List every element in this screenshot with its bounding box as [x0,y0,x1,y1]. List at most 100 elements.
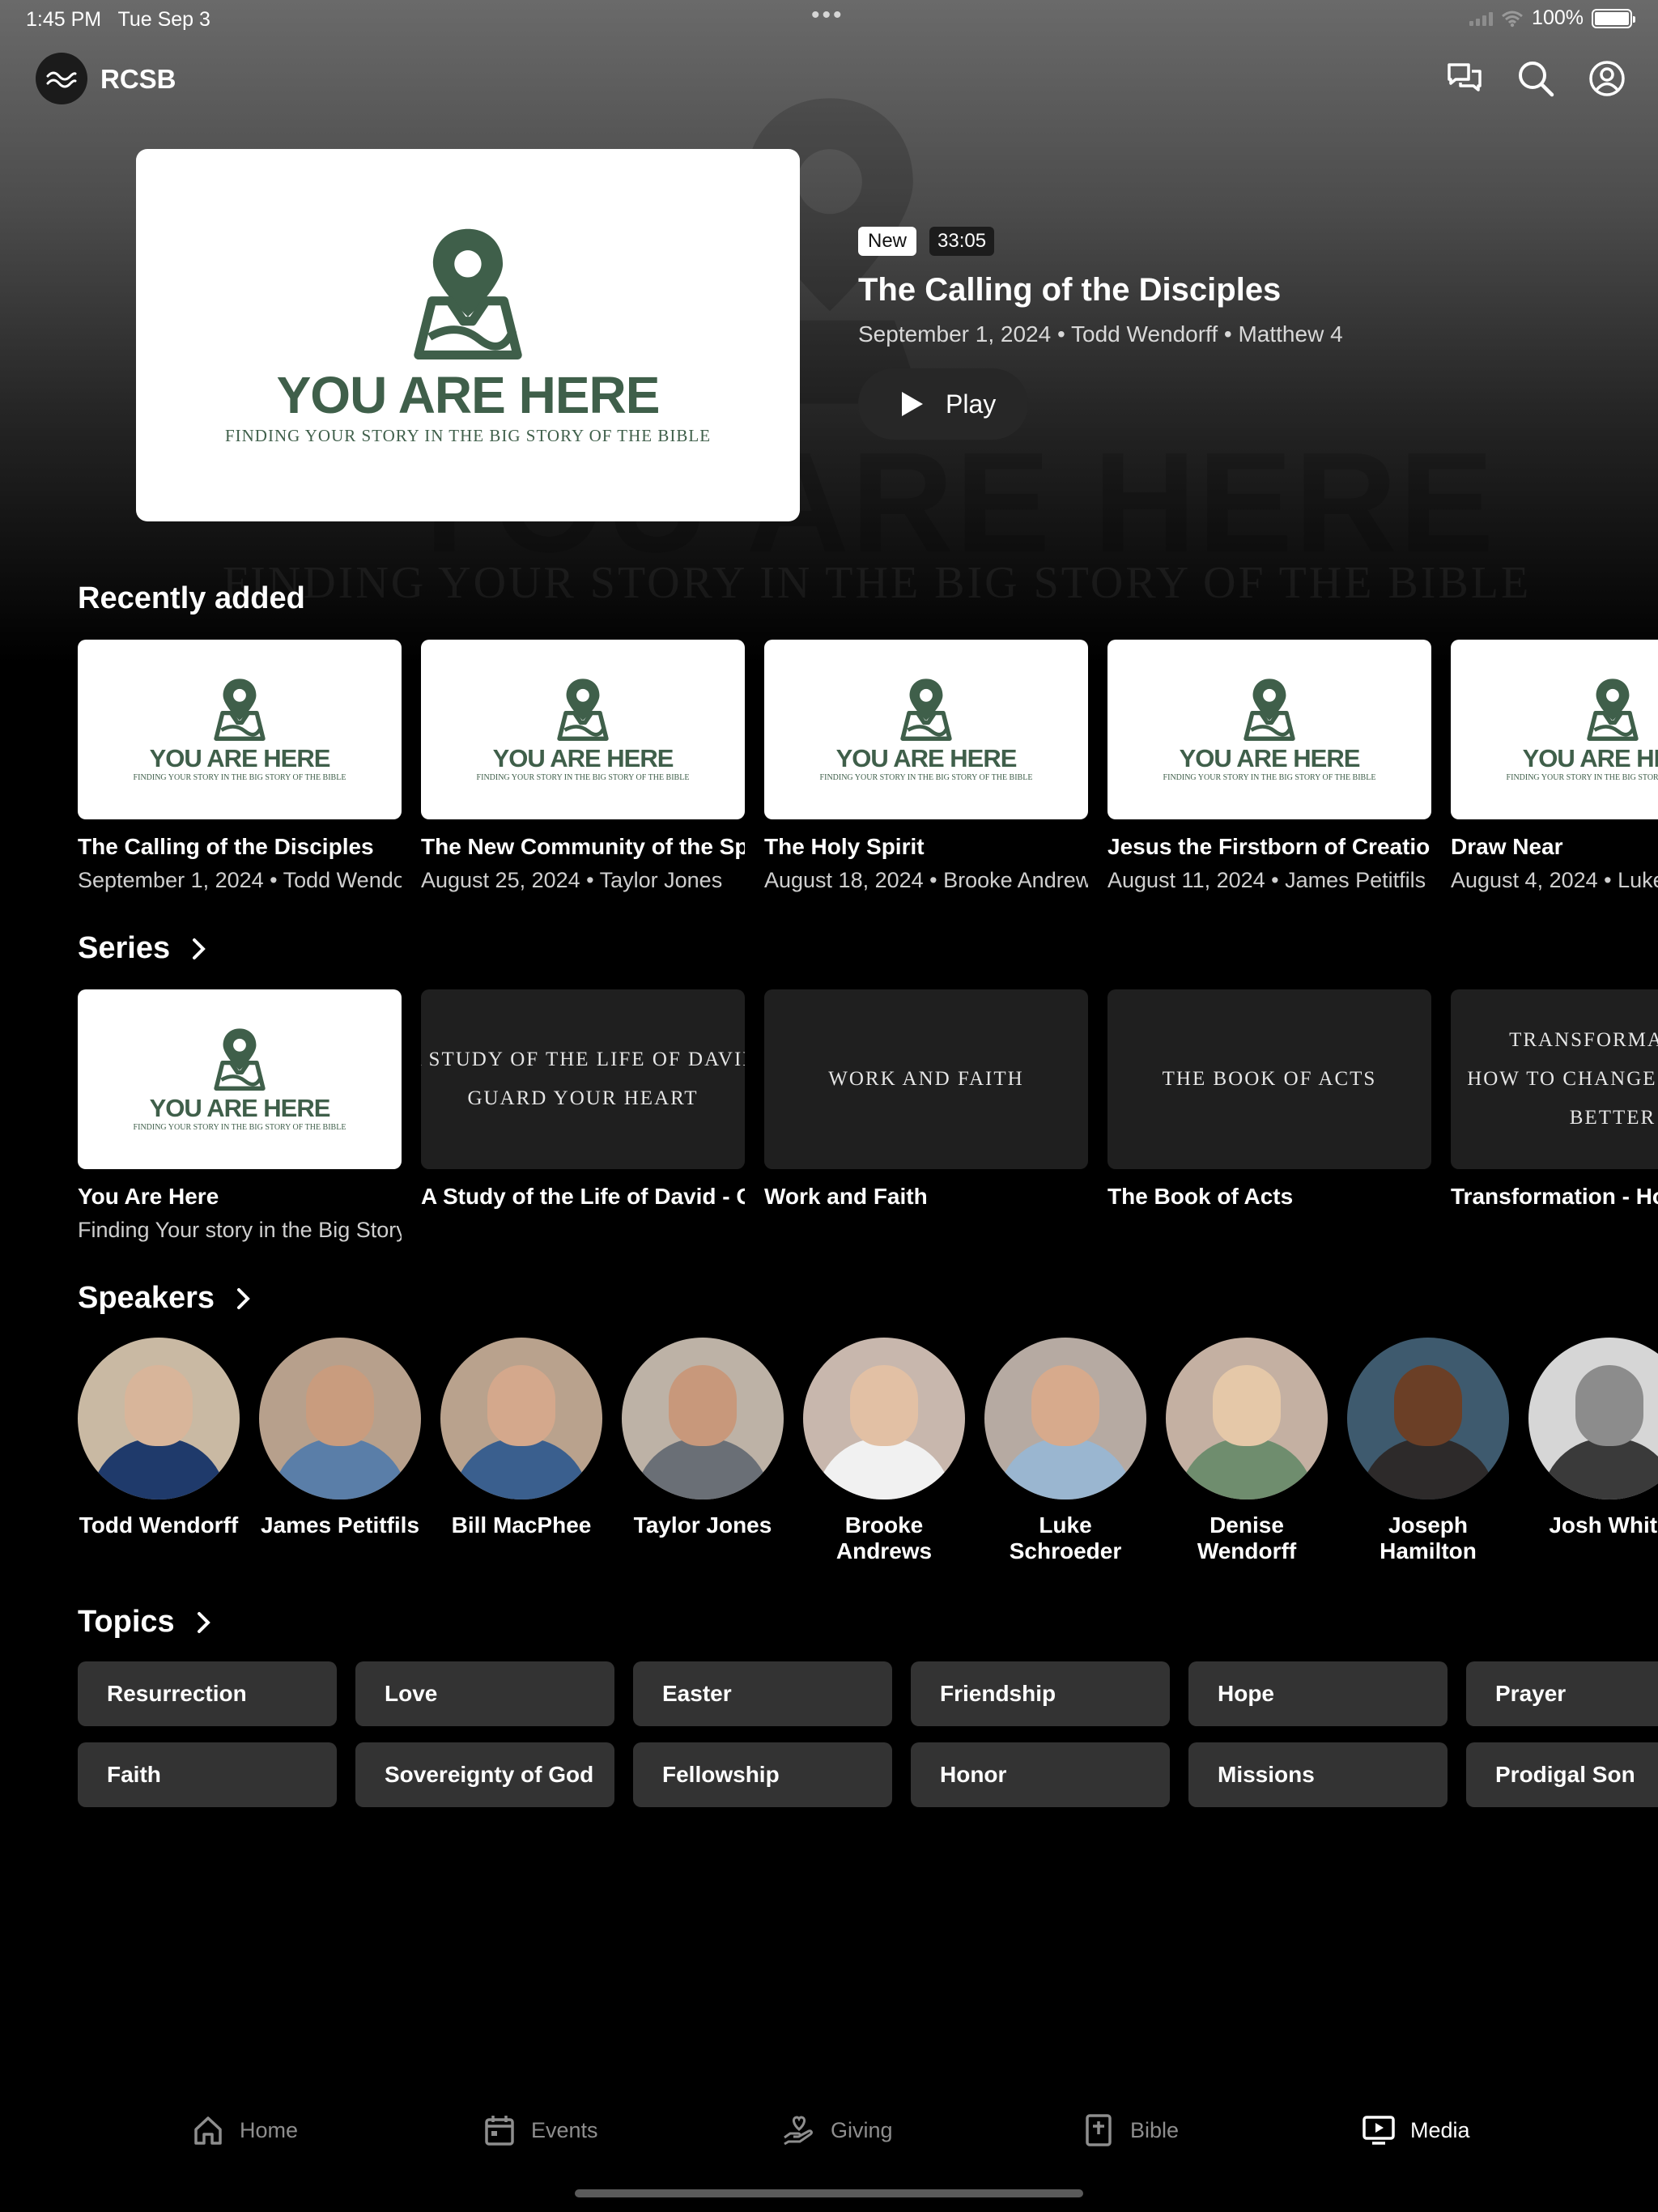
topic-chip[interactable]: Faith [78,1742,337,1807]
duration-badge: 33:05 [929,227,995,256]
map-pin-icon [1587,678,1639,741]
speakers-heading[interactable]: Speakers [78,1281,252,1316]
battery-icon [1592,8,1635,28]
series-subtitle: Finding Your story in the Big Story of t… [78,1218,402,1242]
speaker-name: Denise Wendorff [1197,1512,1297,1563]
media-card[interactable]: YOU ARE HEREFINDING YOUR STORY IN THE BI… [1451,640,1658,893]
topic-chip[interactable]: Prayer [1466,1661,1658,1726]
featured-title: The Calling of the Disciples [858,272,1282,308]
series-card[interactable]: The Book of Acts The Book of Acts [1107,989,1431,1210]
series-title: A Study of the Life of David - Guard You… [421,1184,745,1209]
series-thumbnail[interactable]: A Study of the Life of David Guard Your H… [421,989,745,1169]
speaker-item[interactable]: Joseph Hamilton [1347,1338,1509,1564]
series-row[interactable]: YOU ARE HERE FINDING YOUR STORY IN THE BI… [78,989,1658,1257]
speaker-item[interactable]: James Petitfils [259,1338,421,1538]
media-thumbnail[interactable]: YOU ARE HEREFINDING YOUR STORY IN THE BI… [421,640,745,819]
topic-chip[interactable]: Missions [1188,1742,1448,1807]
speaker-name: Taylor Jones [633,1512,772,1538]
speaker-item[interactable]: Taylor Jones [622,1338,784,1538]
series-thumbnail[interactable]: TransformationHow to Change for theBette… [1451,989,1658,1169]
tab-media[interactable]: Media [1362,2113,1470,2147]
series-card[interactable]: Work and Faith Work and Faith [764,989,1088,1210]
topics-heading[interactable]: Topics [78,1605,212,1640]
tab-events[interactable]: Events [483,2113,598,2147]
giving-icon [784,2116,813,2146]
topic-chip[interactable]: Prodigal Son [1466,1742,1658,1807]
wifi-icon [1502,11,1524,27]
topic-chip[interactable]: Fellowship [633,1742,892,1807]
tab-giving[interactable]: Giving [782,2113,893,2147]
recently-added-heading: Recently added [78,581,305,616]
speaker-avatar[interactable] [78,1338,240,1499]
multitasking-dots-icon[interactable]: ••• [811,2,844,29]
speaker-item[interactable]: Denise Wendorff [1166,1338,1328,1564]
artwork-title: YOU ARE HERE [149,743,331,772]
tab-label: Home [240,2117,299,2142]
topic-chip[interactable]: Honor [911,1742,1170,1807]
topic-chip[interactable]: Friendship [911,1661,1170,1726]
media-card[interactable]: YOU ARE HEREFINDING YOUR STORY IN THE BI… [1107,640,1431,893]
speaker-avatar[interactable] [1347,1338,1509,1499]
chevron-right-icon [193,938,206,959]
artwork-title: YOU ARE HERE [492,743,674,772]
media-card[interactable]: YOU ARE HEREFINDING YOUR STORY IN THE BI… [78,640,402,893]
series-card[interactable]: YOU ARE HERE FINDING YOUR STORY IN THE BI… [78,989,402,1243]
featured-thumbnail[interactable]: YOU ARE HERE FINDING YOUR STORY IN THE B… [136,149,800,521]
battery-percent: 100% [1532,6,1584,29]
search-icon[interactable] [1516,58,1556,99]
series-thumbnail[interactable]: Work and Faith [764,989,1088,1169]
media-title: Jesus the Firstborn of Creation [1107,834,1431,859]
media-thumbnail[interactable]: YOU ARE HEREFINDING YOUR STORY IN THE BI… [1107,640,1431,819]
speaker-avatar[interactable] [803,1338,965,1499]
speaker-item[interactable]: Brooke Andrews [803,1338,965,1564]
speaker-avatar[interactable] [1166,1338,1328,1499]
header-actions [1444,58,1627,99]
series-thumbnail[interactable]: The Book of Acts [1107,989,1431,1169]
speaker-avatar[interactable] [259,1338,421,1499]
rcsb-logo-icon[interactable] [36,53,87,104]
speaker-avatar[interactable] [984,1338,1146,1499]
account-icon[interactable] [1587,58,1627,99]
media-card[interactable]: YOU ARE HEREFINDING YOUR STORY IN THE BI… [421,640,745,893]
series-thumbnail[interactable]: YOU ARE HERE FINDING YOUR STORY IN THE BI… [78,989,402,1169]
chat-icon[interactable] [1444,58,1485,99]
media-thumbnail[interactable]: YOU ARE HEREFINDING YOUR STORY IN THE BI… [764,640,1088,819]
media-subtitle: August 4, 2024 • Luke Schroeder [1451,868,1658,892]
speaker-item[interactable]: Todd Wendorff [78,1338,240,1538]
series-heading[interactable]: Series [78,931,207,966]
tab-bar: Home Events Giving Bible Media [0,2113,1658,2186]
speaker-avatar[interactable] [440,1338,602,1499]
speaker-item[interactable]: Bill MacPhee [440,1338,602,1538]
tab-label: Bible [1130,2117,1180,2142]
speaker-avatar[interactable] [622,1338,784,1499]
speaker-name: Bill MacPhee [451,1512,592,1538]
topic-chip[interactable]: Sovereignty of God [355,1742,614,1807]
media-title: The New Community of the Spirit [421,834,745,859]
play-icon [902,392,923,416]
speakers-row[interactable]: Todd Wendorff James Petitfils Bill MacPhee… [78,1338,1658,1572]
topic-chip[interactable]: Love [355,1661,614,1726]
topic-chip[interactable]: Hope [1188,1661,1448,1726]
home-indicator[interactable] [575,2189,1083,2197]
speaker-avatar[interactable] [1528,1338,1658,1499]
recently-added-row[interactable]: YOU ARE HERE FINDING YOUR STORY IN THE BI… [78,640,1658,907]
speaker-item[interactable]: Josh White [1528,1338,1658,1538]
artwork-title: YOU ARE HERE [1179,743,1361,772]
media-thumbnail[interactable]: YOU ARE HEREFINDING YOUR STORY IN THE BI… [1451,640,1658,819]
chevron-right-icon [237,1287,250,1309]
status-date: Tue Sep 3 [117,8,210,31]
top-bar: RCSB [0,50,1658,107]
tab-bible[interactable]: Bible [1082,2113,1179,2147]
media-card[interactable]: YOU ARE HEREFINDING YOUR STORY IN THE BI… [764,640,1088,893]
series-card[interactable]: A Study of the Life of David Guard Your H… [421,989,745,1210]
play-button[interactable]: Play [858,368,1028,440]
series-title: Transformation - How to Change for the B… [1451,1184,1658,1209]
series-card[interactable]: TransformationHow to Change for theBette… [1451,989,1658,1210]
tab-home[interactable]: Home [191,2113,298,2147]
speaker-item[interactable]: Luke Schroeder [984,1338,1146,1564]
series-artwork-text: TransformationHow to Change for theBette… [1467,1029,1658,1129]
map-pin-icon [214,678,266,741]
media-thumbnail[interactable]: YOU ARE HEREFINDING YOUR STORY IN THE BI… [78,640,402,819]
topic-chip[interactable]: Easter [633,1661,892,1726]
topic-chip[interactable]: Resurrection [78,1661,337,1726]
